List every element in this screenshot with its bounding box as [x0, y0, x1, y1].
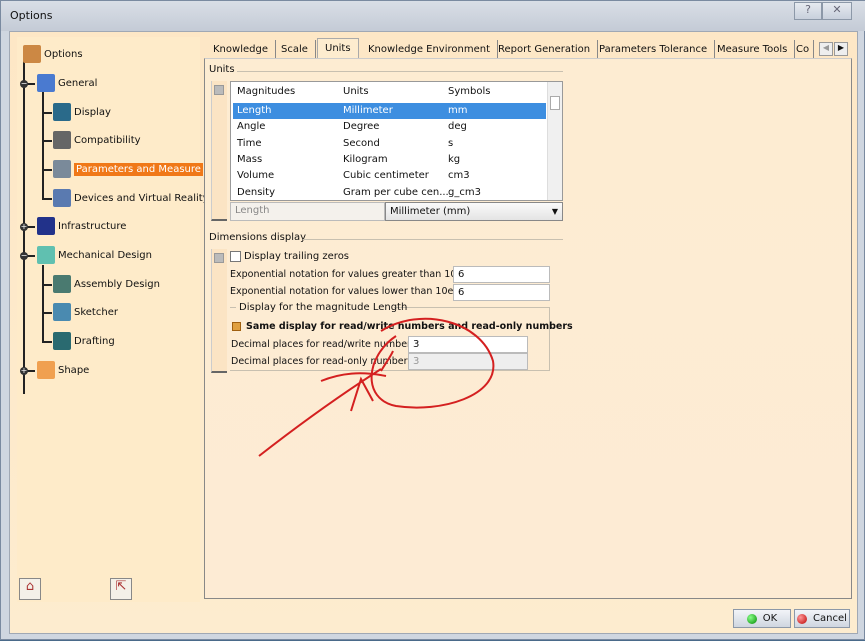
- options-dialog: Options ? ✕ Options General − Display Compat…: [0, 0, 865, 640]
- red-annotation-drawing: [258, 317, 495, 457]
